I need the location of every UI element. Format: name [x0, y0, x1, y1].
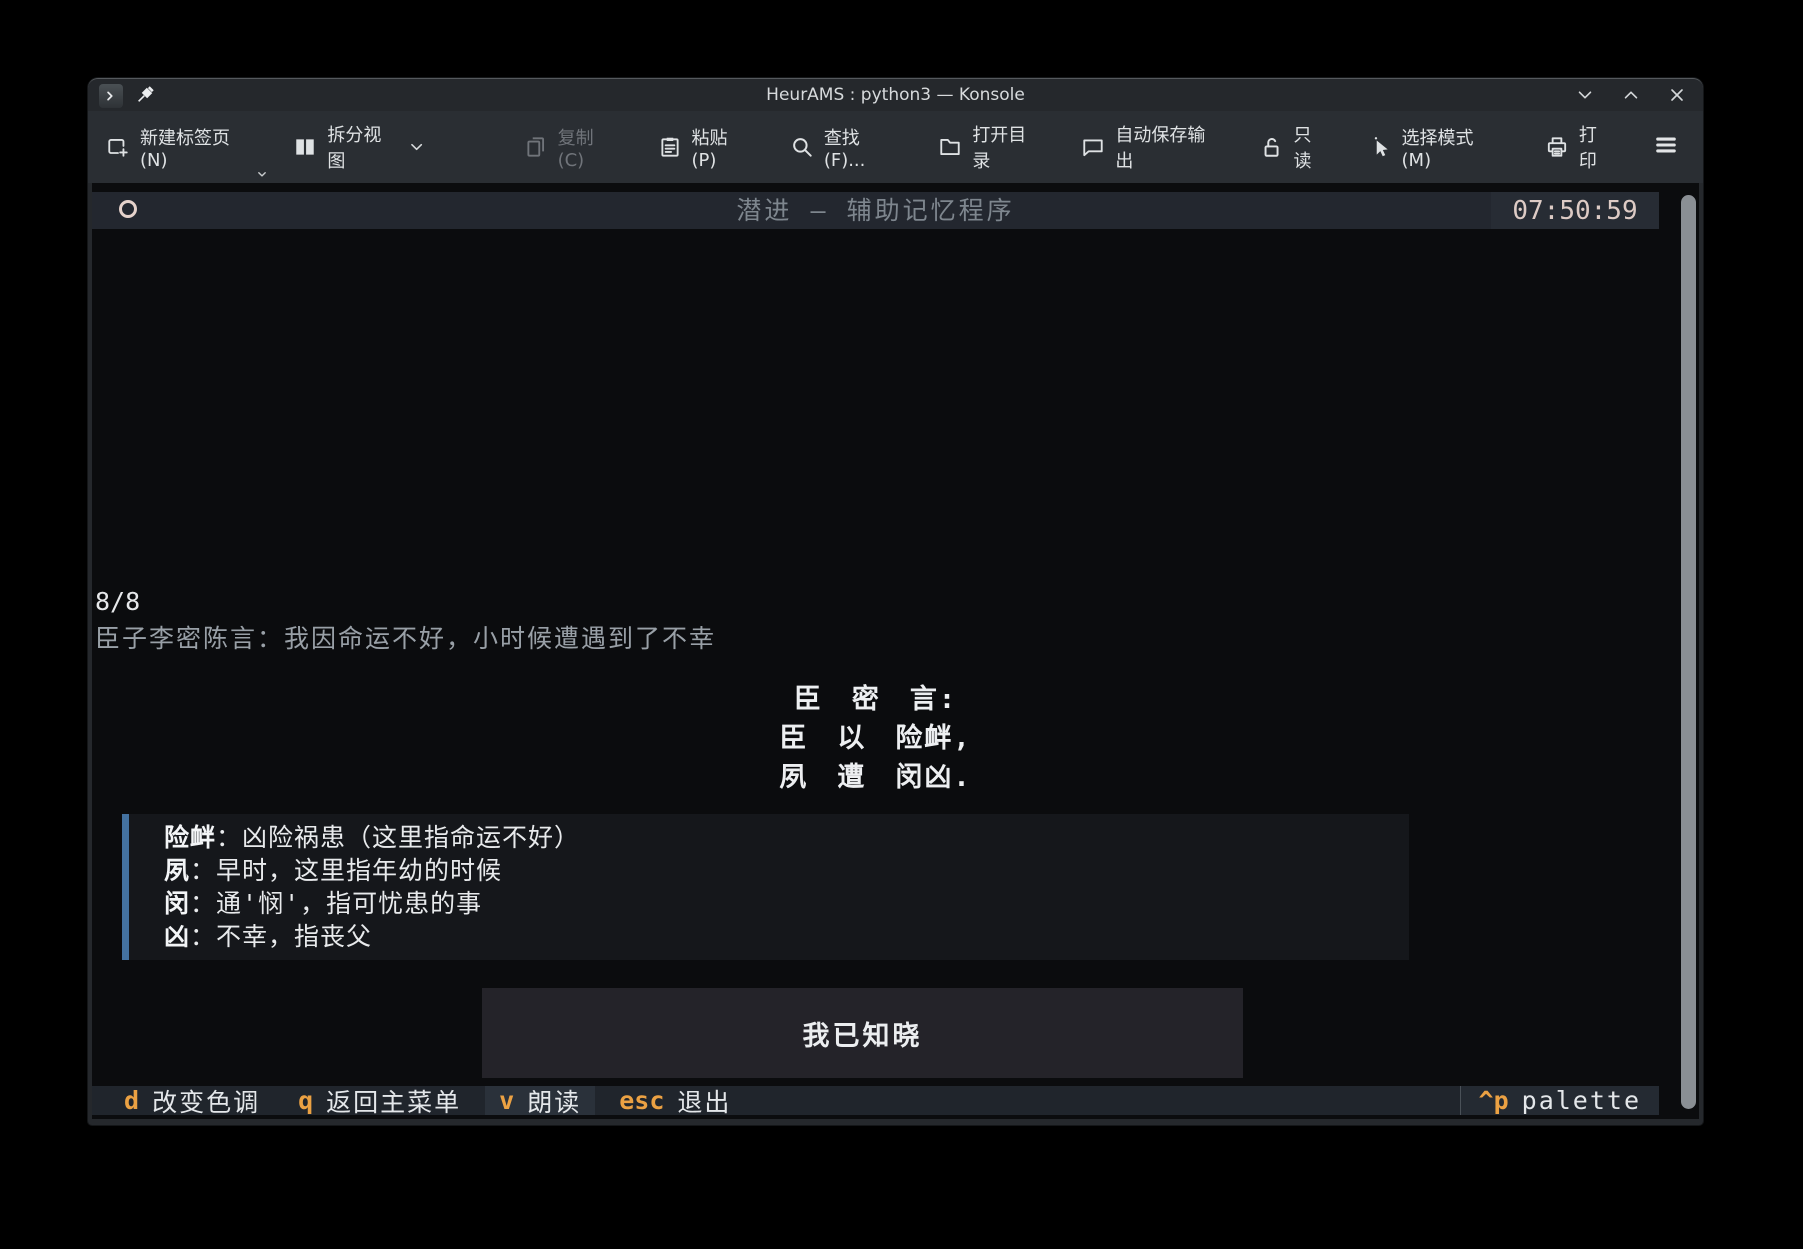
shortcut-label: palette	[1522, 1086, 1641, 1115]
konsole-window: HeurAMS : python3 — Konsole 新建标签页(N)	[88, 78, 1703, 1125]
shortcut-key: v	[499, 1086, 514, 1115]
shortcut-label: 退出	[677, 1083, 731, 1119]
shortcut-key: esc	[619, 1086, 664, 1115]
split-view-label: 拆分视图	[327, 121, 396, 173]
shortcut-palette[interactable]: ^p palette	[1460, 1086, 1659, 1115]
select-mode-label: 选择模式 (M)	[1402, 124, 1505, 171]
tui-app-title: 潜进 – 辅助记忆程序	[92, 192, 1659, 229]
open-directory-button[interactable]: 打开目录	[938, 121, 1041, 173]
cursor-icon	[1368, 135, 1392, 159]
read-only-label: 只读	[1293, 121, 1327, 173]
translation-line: 臣子李密陈言：我因命运不好，小时候遭遇到了不幸	[95, 619, 716, 655]
annotation-term: 闵	[164, 889, 190, 918]
hamburger-icon	[1653, 132, 1679, 158]
annotation-text: ：不幸，指丧父	[190, 922, 372, 951]
select-mode-button[interactable]: 选择模式 (M)	[1368, 124, 1505, 171]
new-tab-label: 新建标签页(N)	[140, 124, 253, 171]
scrollbar-thumb[interactable]	[1681, 195, 1696, 1109]
annotation-panel: 险衅：凶险祸患（这里指命运不好） 夙：早时，这里指年幼的时候 闵：通'悯'，指可…	[122, 814, 1409, 960]
find-button[interactable]: 查找(F)...	[790, 124, 899, 171]
shortcut-key: ^p	[1479, 1086, 1509, 1115]
copy-icon	[524, 135, 548, 159]
terminal-viewport[interactable]: 潜进 – 辅助记忆程序 07:50:59 8/8 臣子李密陈言：我因命运不好，小…	[92, 183, 1699, 1119]
annotation-term: 凶	[164, 922, 190, 951]
annotation-line: 凶：不幸，指丧父	[164, 920, 1409, 953]
hamburger-menu-button[interactable]	[1653, 132, 1679, 162]
copy-label: 复制(C)	[558, 124, 618, 171]
new-tab-icon	[106, 135, 130, 159]
print-label: 打印	[1579, 121, 1613, 173]
paste-button[interactable]: 粘贴(P)	[658, 124, 750, 171]
tui-clock: 07:50:59	[1491, 192, 1659, 229]
annotation-term: 险衅	[164, 823, 216, 852]
shortcut-exit[interactable]: esc 退出	[605, 1086, 745, 1115]
titlebar[interactable]: HeurAMS : python3 — Konsole	[88, 78, 1703, 111]
paste-label: 粘贴(P)	[692, 124, 750, 171]
annotation-line: 险衅：凶险祸患（这里指命运不好）	[164, 821, 1409, 854]
annotation-text: ：早时，这里指年幼的时候	[190, 856, 502, 885]
output-bubble-icon	[1081, 135, 1105, 159]
acknowledge-button[interactable]: 我已知晓	[482, 988, 1243, 1078]
unlock-icon	[1259, 135, 1283, 159]
shortcut-key: d	[124, 1086, 139, 1115]
pin-icon[interactable]	[134, 84, 156, 106]
print-button[interactable]: 打印	[1545, 121, 1613, 173]
circle-icon	[119, 200, 137, 218]
shortcut-label: 改变色调	[152, 1083, 260, 1119]
toolbar: 新建标签页(N) 拆分视图 复制(C) 粘贴(P)	[88, 111, 1703, 183]
verse-block: 臣 密 言: 臣 以 险衅, 夙 遭 闵凶.	[92, 680, 1659, 797]
annotation-line: 夙：早时，这里指年幼的时候	[164, 854, 1409, 887]
scrollbar[interactable]	[1681, 195, 1696, 1109]
find-label: 查找(F)...	[824, 124, 899, 171]
folder-icon	[938, 135, 962, 159]
minimize-button[interactable]	[1575, 85, 1595, 105]
chevron-down-icon[interactable]	[255, 167, 269, 181]
annotation-term: 夙	[164, 856, 190, 885]
annotation-line: 闵：通'悯'，指可忧患的事	[164, 887, 1409, 920]
tui-header-bar: 潜进 – 辅助记忆程序 07:50:59	[92, 192, 1659, 229]
verse-line: 臣 以 险衅,	[92, 719, 1659, 758]
shortcut-key: q	[298, 1086, 313, 1115]
window-title: HeurAMS : python3 — Konsole	[88, 85, 1703, 105]
copy-button: 复制(C)	[524, 124, 618, 171]
auto-save-output-label: 自动保存输出	[1115, 121, 1219, 173]
verse-line: 夙 遭 闵凶.	[92, 758, 1659, 797]
shortcut-read-aloud[interactable]: v 朗读	[485, 1086, 595, 1115]
progress-counter: 8/8	[95, 587, 140, 616]
shortcut-change-theme[interactable]: d 改变色调	[110, 1086, 274, 1115]
read-only-button[interactable]: 只读	[1259, 121, 1327, 173]
maximize-button[interactable]	[1621, 85, 1641, 105]
close-button[interactable]	[1667, 85, 1687, 105]
terminal-prompt-icon[interactable]	[99, 84, 123, 108]
open-directory-label: 打开目录	[972, 121, 1041, 173]
tui-footer-bar: d 改变色调 q 返回主菜单 v 朗读 esc 退出 ^p palette	[92, 1086, 1659, 1115]
shortcut-main-menu[interactable]: q 返回主菜单	[284, 1086, 475, 1115]
split-view-icon	[293, 135, 317, 159]
auto-save-output-button[interactable]: 自动保存输出	[1081, 121, 1219, 173]
verse-line: 臣 密 言:	[92, 680, 1659, 719]
shortcut-label: 返回主菜单	[326, 1083, 461, 1119]
annotation-text: ：通'悯'，指可忧患的事	[190, 889, 482, 918]
printer-icon	[1545, 135, 1569, 159]
annotation-text: ：凶险祸患（这里指命运不好）	[216, 823, 580, 852]
search-icon	[790, 135, 814, 159]
paste-icon	[658, 135, 682, 159]
split-view-button[interactable]: 拆分视图	[293, 121, 425, 173]
shortcut-label: 朗读	[527, 1083, 581, 1119]
new-tab-button[interactable]: 新建标签页(N)	[106, 124, 253, 171]
chevron-down-icon[interactable]	[408, 138, 425, 156]
